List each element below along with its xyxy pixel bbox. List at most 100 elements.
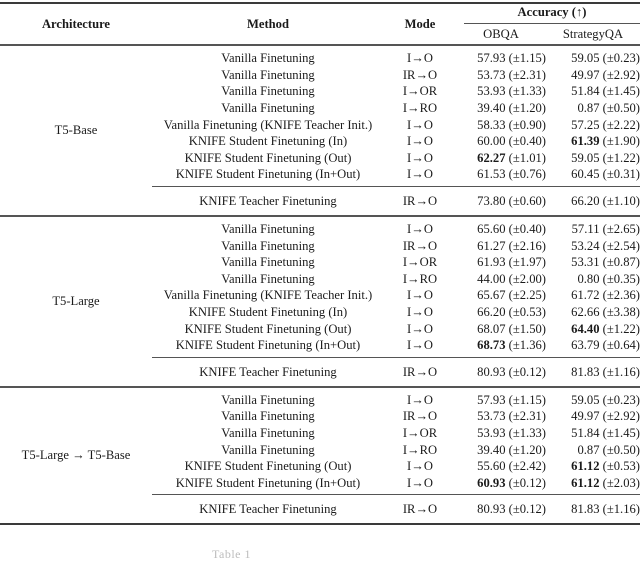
obqa-cell: 66.20 (±0.53) bbox=[456, 304, 546, 321]
strategyqa-std: (±1.22) bbox=[600, 151, 640, 165]
strategyqa-cell: 59.05 (±0.23) bbox=[546, 45, 640, 67]
obqa-std: (±2.16) bbox=[506, 239, 547, 253]
strategyqa-std: (±0.53) bbox=[600, 459, 640, 473]
obqa-std: (±2.31) bbox=[506, 68, 547, 82]
strategyqa-std: (±0.23) bbox=[600, 393, 640, 407]
strategyqa-std: (±3.38) bbox=[600, 305, 640, 319]
obqa-value: 65.67 bbox=[477, 288, 505, 302]
obqa-value: 39.40 bbox=[477, 443, 505, 457]
method-cell: KNIFE Student Finetuning (Out) bbox=[152, 458, 384, 475]
strategyqa-std: (±2.92) bbox=[600, 68, 640, 82]
obqa-cell: 53.73 (±2.31) bbox=[456, 408, 546, 425]
strategyqa-std: (±1.90) bbox=[600, 134, 640, 148]
strategyqa-cell: 59.05 (±1.22) bbox=[546, 150, 640, 167]
mode-cell: I→OR bbox=[384, 83, 456, 100]
header-method: Method bbox=[152, 3, 384, 45]
obqa-cell: 68.73 (±1.36) bbox=[456, 337, 546, 357]
obqa-cell: 61.93 (±1.97) bbox=[456, 254, 546, 271]
method-cell: Vanilla Finetuning bbox=[152, 100, 384, 117]
strategyqa-cell: 49.97 (±2.92) bbox=[546, 408, 640, 425]
obqa-value: 66.20 bbox=[477, 305, 505, 319]
method-cell: Vanilla Finetuning (KNIFE Teacher Init.) bbox=[152, 116, 384, 133]
obqa-value: 80.93 bbox=[477, 365, 505, 379]
architecture-cell: T5-Large → T5-Base bbox=[0, 387, 152, 525]
obqa-cell: 57.93 (±1.15) bbox=[456, 387, 546, 409]
strategyqa-value: 51.84 bbox=[571, 426, 599, 440]
method-cell: Vanilla Finetuning bbox=[152, 216, 384, 238]
teacher-obqa-cell: 73.80 (±0.60) bbox=[456, 186, 546, 216]
obqa-value-best: 68.73 bbox=[477, 338, 505, 352]
strategyqa-value: 57.25 bbox=[571, 118, 599, 132]
obqa-value: 55.60 bbox=[477, 459, 505, 473]
obqa-std: (±0.12) bbox=[506, 476, 547, 490]
strategyqa-std: (±1.16) bbox=[600, 502, 640, 516]
strategyqa-value-best: 61.12 bbox=[571, 476, 599, 490]
strategyqa-std: (±1.16) bbox=[600, 365, 640, 379]
mode-cell: I→O bbox=[384, 304, 456, 321]
mode-cell: I→O bbox=[384, 216, 456, 238]
method-cell: Vanilla Finetuning bbox=[152, 408, 384, 425]
method-cell: KNIFE Student Finetuning (Out) bbox=[152, 150, 384, 167]
method-cell: Vanilla Finetuning (KNIFE Teacher Init.) bbox=[152, 287, 384, 304]
obqa-value: 44.00 bbox=[477, 272, 505, 286]
strategyqa-std: (±2.36) bbox=[600, 288, 640, 302]
header-obqa: OBQA bbox=[456, 24, 546, 45]
header-row-1: Architecture Method Mode Accuracy (↑) bbox=[0, 3, 640, 24]
strategyqa-cell: 0.87 (±0.50) bbox=[546, 441, 640, 458]
strategyqa-cell: 59.05 (±0.23) bbox=[546, 387, 640, 409]
strategyqa-cell: 57.25 (±2.22) bbox=[546, 116, 640, 133]
obqa-value: 61.53 bbox=[477, 167, 505, 181]
obqa-std: (±0.40) bbox=[506, 134, 547, 148]
method-cell: KNIFE Student Finetuning (In) bbox=[152, 133, 384, 150]
strategyqa-cell: 62.66 (±3.38) bbox=[546, 304, 640, 321]
mode-cell: I→O bbox=[384, 458, 456, 475]
header-strategyqa: StrategyQA bbox=[546, 24, 640, 45]
mode-cell: IR→O bbox=[384, 67, 456, 84]
obqa-value: 57.93 bbox=[477, 51, 505, 65]
method-cell: KNIFE Student Finetuning (In) bbox=[152, 304, 384, 321]
architecture-cell: T5-Large bbox=[0, 216, 152, 387]
obqa-value: 53.93 bbox=[477, 84, 505, 98]
strategyqa-cell: 57.11 (±2.65) bbox=[546, 216, 640, 238]
header-accuracy-label: Accuracy (↑) bbox=[464, 4, 640, 24]
header-mode: Mode bbox=[384, 3, 456, 45]
obqa-std: (±0.12) bbox=[506, 502, 547, 516]
obqa-std: (±2.31) bbox=[506, 409, 547, 423]
strategyqa-value: 63.79 bbox=[571, 338, 599, 352]
obqa-cell: 65.67 (±2.25) bbox=[456, 287, 546, 304]
obqa-std: (±1.15) bbox=[506, 393, 547, 407]
mode-cell: I→RO bbox=[384, 271, 456, 288]
method-cell: KNIFE Student Finetuning (In+Out) bbox=[152, 166, 384, 186]
mode-cell: I→O bbox=[384, 150, 456, 167]
table-header: Architecture Method Mode Accuracy (↑) OB… bbox=[0, 3, 640, 45]
obqa-std: (±1.33) bbox=[506, 84, 547, 98]
obqa-std: (±0.53) bbox=[506, 305, 547, 319]
obqa-value: 80.93 bbox=[477, 502, 505, 516]
strategyqa-cell: 64.40 (±1.22) bbox=[546, 320, 640, 337]
strategyqa-std: (±2.54) bbox=[600, 239, 640, 253]
mode-cell: I→OR bbox=[384, 425, 456, 442]
strategyqa-value: 0.87 bbox=[577, 101, 599, 115]
strategyqa-cell: 49.97 (±2.92) bbox=[546, 67, 640, 84]
obqa-value: 57.93 bbox=[477, 393, 505, 407]
mode-cell: I→O bbox=[384, 387, 456, 409]
strategyqa-std: (±0.50) bbox=[600, 443, 640, 457]
obqa-value-best: 60.93 bbox=[477, 476, 505, 490]
method-cell: Vanilla Finetuning bbox=[152, 387, 384, 409]
obqa-cell: 39.40 (±1.20) bbox=[456, 441, 546, 458]
strategyqa-value: 60.45 bbox=[571, 167, 599, 181]
obqa-std: (±1.15) bbox=[506, 51, 547, 65]
obqa-cell: 61.53 (±0.76) bbox=[456, 166, 546, 186]
strategyqa-std: (±1.45) bbox=[600, 426, 640, 440]
obqa-std: (±1.20) bbox=[506, 101, 547, 115]
obqa-cell: 55.60 (±2.42) bbox=[456, 458, 546, 475]
method-cell: KNIFE Student Finetuning (In+Out) bbox=[152, 474, 384, 494]
strategyqa-cell: 0.87 (±0.50) bbox=[546, 100, 640, 117]
strategyqa-value-best: 61.39 bbox=[571, 134, 599, 148]
mode-cell: I→O bbox=[384, 320, 456, 337]
header-accuracy: Accuracy (↑) bbox=[456, 3, 640, 24]
table-row: T5-Large → T5-BaseVanilla FinetuningI→O5… bbox=[0, 387, 640, 409]
strategyqa-value: 57.11 bbox=[572, 222, 600, 236]
strategyqa-cell: 61.72 (±2.36) bbox=[546, 287, 640, 304]
mode-cell: I→O bbox=[384, 133, 456, 150]
